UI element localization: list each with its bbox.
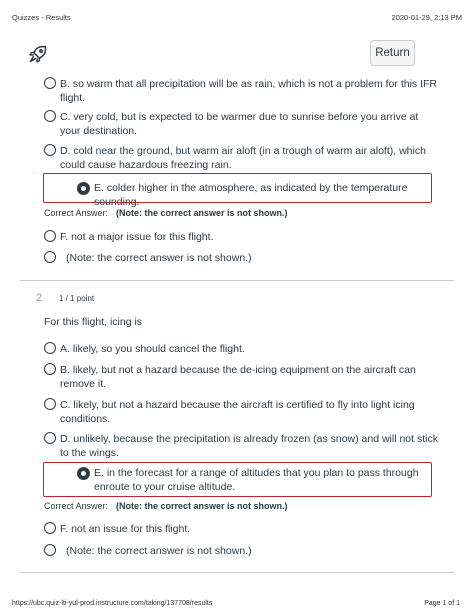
q2-option-d[interactable]: D. unlikely, because the precipitation i… <box>44 432 440 460</box>
print-footer: https://ubc.quiz-lti-yul-prod.instructur… <box>0 596 474 613</box>
q1-option-f-label: F. not a major issue for this flight. <box>60 231 214 243</box>
radio-unselected-icon[interactable] <box>44 110 56 122</box>
radio-unselected-icon[interactable] <box>44 342 56 354</box>
q2-option-a[interactable]: A. likely, so you should cancel the flig… <box>44 342 440 356</box>
q2-number: 2 <box>36 292 43 304</box>
q2-option-f-label: F. not an issue for this flight. <box>60 523 191 535</box>
radio-unselected-icon[interactable] <box>44 77 56 89</box>
print-url: https://ubc.quiz-lti-yul-prod.instructur… <box>12 600 213 607</box>
q1-correct-answer-note: (Note: the correct answer is not shown.) <box>116 208 288 218</box>
q1-selected-answer[interactable]: E. colder higher in the atmosphere, as i… <box>43 173 432 208</box>
q2-selected-label: E. in the forecast for a range of altitu… <box>94 467 419 493</box>
q1-selected-label: E. colder higher in the atmosphere, as i… <box>94 182 408 208</box>
radio-unselected-icon[interactable] <box>44 544 56 556</box>
results-content: B. so warm that all precipitation will b… <box>0 74 474 594</box>
radio-unselected-icon[interactable] <box>44 432 56 444</box>
q2-option-d-label: D. unlikely, because the precipitation i… <box>60 433 438 459</box>
radio-unselected-icon[interactable] <box>44 363 56 375</box>
q1-option-b-label: B. so warm that all precipitation will b… <box>60 78 437 104</box>
radio-unselected-icon[interactable] <box>44 398 56 410</box>
q2-option-a-label: A. likely, so you should cancel the flig… <box>60 343 245 355</box>
q1-option-f[interactable]: F. not a major issue for this flight. <box>44 230 440 244</box>
print-page-number: Page 1 of 1 <box>424 600 460 607</box>
question-divider <box>20 280 454 281</box>
q2-correct-answer-label: Correct Answer: <box>44 501 109 511</box>
q2-question-text: For this flight, icing is <box>44 316 143 328</box>
app-header: Return <box>0 34 474 74</box>
radio-selected-icon[interactable] <box>77 182 90 195</box>
print-header: Quizzes - Results 2020-01-29, 2:13 PM <box>0 0 474 30</box>
radio-unselected-icon[interactable] <box>44 230 56 242</box>
radio-unselected-icon[interactable] <box>44 522 56 534</box>
q1-option-note-label: (Note: the correct answer is not shown.) <box>66 252 252 264</box>
q2-option-note-label: (Note: the correct answer is not shown.) <box>66 545 252 557</box>
q1-option-d[interactable]: D. cold near the ground, but warm air al… <box>44 144 440 172</box>
print-title: Quizzes - Results <box>12 13 71 22</box>
q2-correct-answer: Correct Answer: (Note: the correct answe… <box>44 501 288 511</box>
q2-selected-answer[interactable]: E. in the forecast for a range of altitu… <box>43 462 432 497</box>
q1-correct-answer: Correct Answer: (Note: the correct answe… <box>44 208 288 218</box>
q2-option-c-label: C. likely, but not a hazard because the … <box>60 399 415 425</box>
q2-correct-answer-note: (Note: the correct answer is not shown.) <box>116 501 288 511</box>
q2-option-c[interactable]: C. likely, but not a hazard because the … <box>44 398 440 426</box>
q1-correct-answer-label: Correct Answer: <box>44 208 109 218</box>
q2-option-f[interactable]: F. not an issue for this flight. <box>44 522 440 536</box>
print-datetime: 2020-01-29, 2:13 PM <box>391 13 462 22</box>
q2-score: 1 / 1 point <box>59 294 95 303</box>
q1-option-d-label: D. cold near the ground, but warm air al… <box>60 145 426 171</box>
rocket-icon <box>29 45 47 63</box>
q2-option-b-label: B. likely, but not a hazard because the … <box>60 364 416 390</box>
q1-option-c-label: C. very cold, but is expected to be warm… <box>60 111 419 137</box>
q1-option-c[interactable]: C. very cold, but is expected to be warm… <box>44 110 440 138</box>
return-button[interactable]: Return <box>370 40 415 66</box>
question-divider <box>20 572 454 573</box>
q1-option-note[interactable]: (Note: the correct answer is not shown.) <box>44 251 440 265</box>
q2-option-note[interactable]: (Note: the correct answer is not shown.) <box>44 544 440 558</box>
radio-unselected-icon[interactable] <box>44 144 56 156</box>
radio-unselected-icon[interactable] <box>44 251 56 263</box>
q2-option-b[interactable]: B. likely, but not a hazard because the … <box>44 363 440 391</box>
radio-selected-icon[interactable] <box>77 467 90 480</box>
q1-option-b[interactable]: B. so warm that all precipitation will b… <box>44 77 440 105</box>
